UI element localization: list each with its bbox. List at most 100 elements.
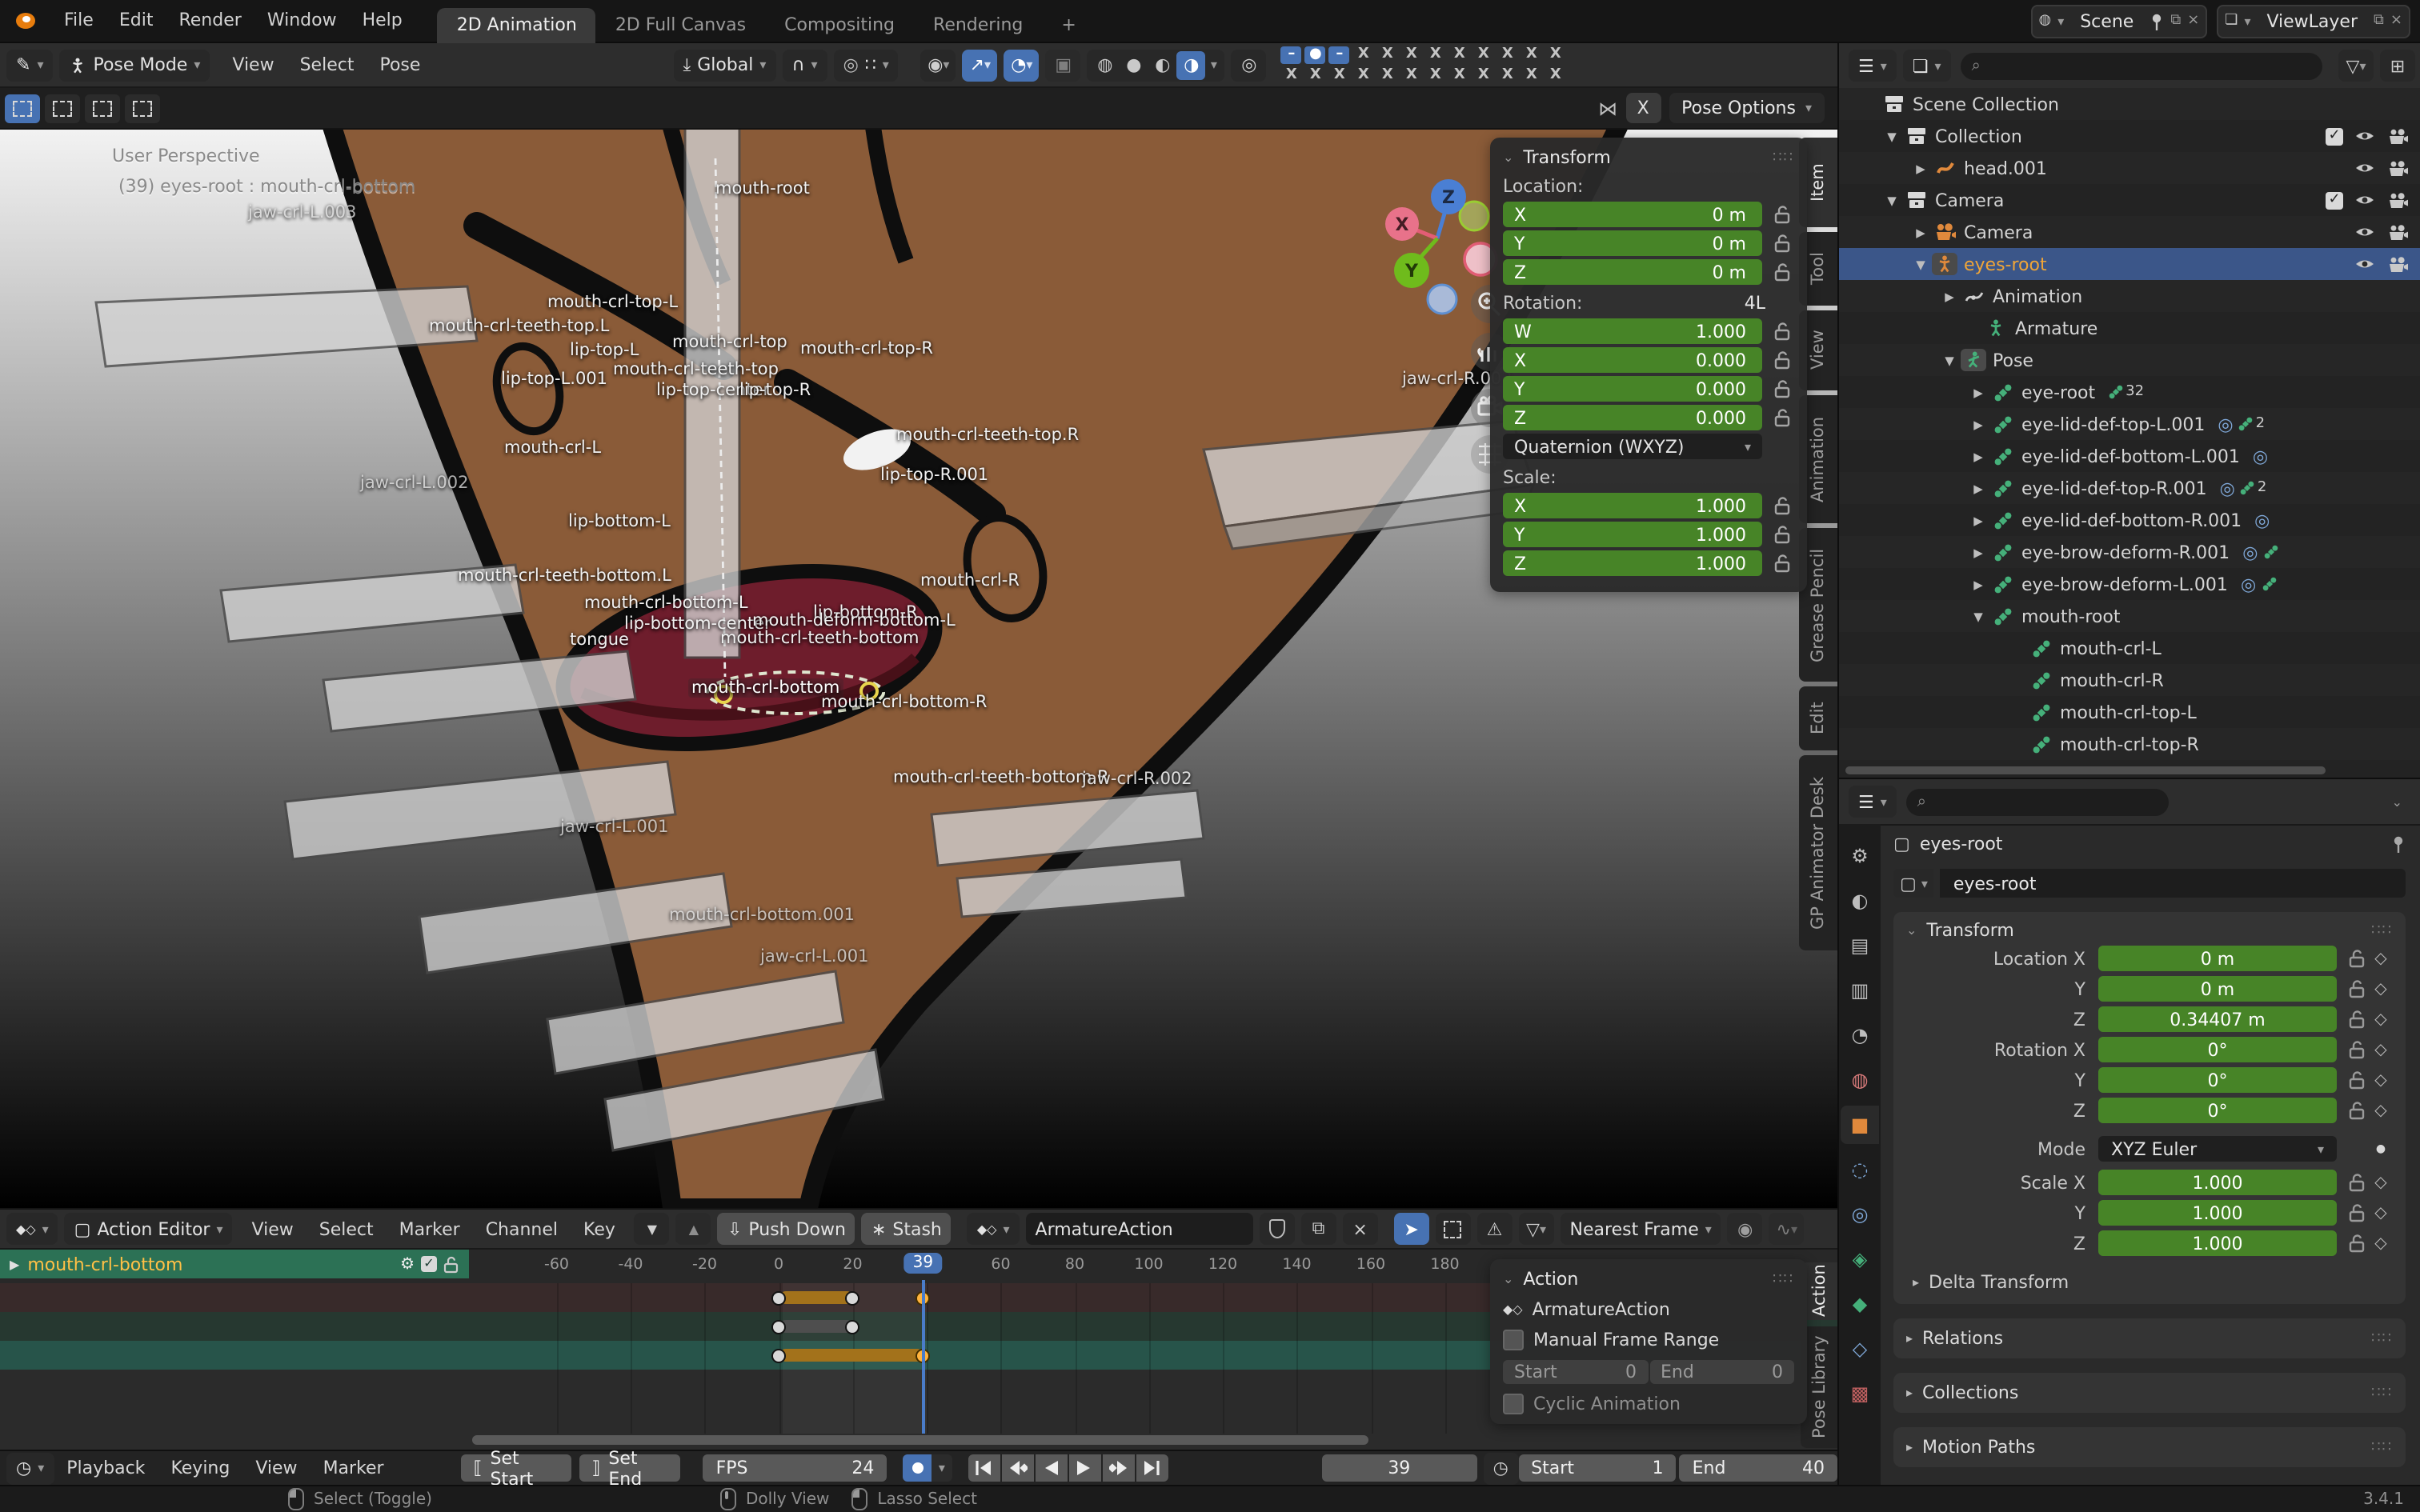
properties-tab[interactable]: ▥ — [1841, 971, 1879, 1010]
value-slider[interactable]: 0 m — [2098, 976, 2337, 1002]
value-slider[interactable]: 1.000 — [2098, 1200, 2337, 1226]
keyframe-bar[interactable] — [779, 1291, 853, 1304]
outliner-row[interactable]: mouth-crl-top-L ◎ ✓ — [1839, 696, 2420, 728]
proportional-edit-toggle[interactable]: ◉ — [1728, 1213, 1763, 1245]
properties-tab[interactable]: ⚙ — [1841, 837, 1879, 875]
proportional-editing-dropdown[interactable]: ◎∷▾ — [834, 49, 899, 81]
addon-layer-toggle[interactable]: – — [1281, 46, 1302, 63]
next-keyframe-button[interactable] — [1102, 1454, 1134, 1482]
value-slider[interactable]: 0 m — [2098, 946, 2337, 971]
outliner-filter-dropdown[interactable]: ▽▾ — [2338, 50, 2374, 82]
addon-layer-toggle[interactable]: – — [1329, 46, 1350, 63]
expand-arrow[interactable]: ▼ — [1938, 353, 1961, 367]
lock-icon[interactable] — [1769, 205, 1794, 224]
expand-arrow[interactable]: ▶ — [1909, 161, 1932, 175]
properties-tab[interactable]: ◌ — [1841, 1150, 1879, 1189]
dopesheet-menu-item[interactable]: View — [239, 1218, 307, 1239]
remove-viewlayer-icon[interactable]: × — [2390, 13, 2402, 29]
keyframe-diamond-icon[interactable]: ◇ — [2369, 1041, 2393, 1058]
value-slider[interactable]: X0 m — [1503, 202, 1762, 227]
lock-icon[interactable] — [2343, 1234, 2369, 1253]
expand-arrow[interactable]: ▶ — [1967, 385, 1989, 399]
timeline-menu-item[interactable]: Marker — [311, 1458, 397, 1478]
lock-icon[interactable] — [2343, 979, 2369, 998]
new-collection-button[interactable]: ⊞ — [2380, 50, 2415, 82]
addon-layer-toggle[interactable]: X — [1376, 44, 1400, 65]
frame-start-field[interactable]: Start1 — [1518, 1454, 1676, 1482]
only-selected-toggle[interactable]: ➤ — [1394, 1213, 1429, 1245]
addon-layer-toggle[interactable]: X — [1280, 65, 1304, 86]
addon-layer-toggle[interactable]: X — [1424, 44, 1448, 65]
action-id-icon-dropdown[interactable]: ◆◇▾ — [968, 1213, 1020, 1245]
dopesheet-menu-item[interactable]: Key — [571, 1218, 628, 1239]
viewlayer-selector[interactable]: ❏▾ ViewLayer ⧉ × — [2217, 4, 2410, 38]
lock-icon[interactable] — [1769, 554, 1794, 573]
dopesheet-menu-item[interactable]: Select — [307, 1218, 387, 1239]
addon-layer-toggle[interactable]: X — [1352, 44, 1376, 65]
addon-layer-toggle[interactable]: X — [1496, 44, 1520, 65]
properties-tab[interactable]: ◇ — [1841, 1330, 1879, 1368]
value-slider[interactable]: Z1.000 — [1503, 550, 1762, 576]
viewport-menu-item[interactable]: View — [219, 54, 286, 75]
keyframe-bar[interactable] — [779, 1320, 853, 1333]
action-start-field[interactable]: Start0 — [1503, 1360, 1648, 1384]
properties-tab[interactable]: ◍ — [1841, 1061, 1879, 1099]
shading-material-icon[interactable]: ◐ — [1148, 50, 1177, 79]
channel-lock-icon[interactable] — [443, 1255, 459, 1273]
properties-search-input[interactable]: ⌕ — [1906, 788, 2169, 815]
properties-editor-type-button[interactable]: ☰▾ — [1849, 786, 1897, 818]
keyframe-diamond-icon[interactable]: ◇ — [2369, 1102, 2393, 1119]
object-name-input[interactable]: eyes-root — [1941, 869, 2406, 898]
expand-arrow[interactable]: ▼ — [1881, 129, 1903, 143]
only-errors-toggle[interactable]: ⚠ — [1477, 1213, 1512, 1245]
cyclic-animation-checkbox[interactable] — [1503, 1394, 1524, 1414]
npanel-tab[interactable]: Edit — [1799, 686, 1837, 750]
pin-icon[interactable] — [2150, 12, 2164, 30]
expand-arrow[interactable]: ▶ — [1967, 513, 1989, 527]
disable-in-renders-icon[interactable] — [2386, 127, 2409, 145]
keyframe-diamond-icon[interactable]: ◇ — [2369, 1071, 2393, 1089]
shading-wireframe-icon[interactable]: ◍ — [1091, 50, 1120, 79]
addon-layer-toggle[interactable]: ● — [1305, 46, 1326, 63]
action-name-field[interactable]: ArmatureAction — [1026, 1213, 1253, 1245]
show-gizmo-button[interactable]: ↗▾ — [963, 49, 998, 81]
animate-dot-icon[interactable]: ● — [2369, 1142, 2393, 1155]
hide-in-viewport-icon[interactable] — [2354, 256, 2375, 272]
playhead[interactable] — [921, 1280, 924, 1434]
prev-keyframe-button[interactable] — [1001, 1454, 1033, 1482]
disable-in-renders-icon[interactable] — [2386, 159, 2409, 177]
addon-layer-toggle[interactable]: X — [1400, 44, 1424, 65]
value-slider[interactable]: W1.000 — [1503, 318, 1762, 344]
auto-keying-dropdown[interactable]: ▾ — [932, 1454, 952, 1482]
outliner-row[interactable]: Armature ◎ ✓ — [1839, 312, 2420, 344]
expand-arrow[interactable]: ▶ — [1938, 289, 1961, 303]
outliner-search-input[interactable]: ⌕ — [1961, 52, 2322, 79]
dopesheet-mode-dropdown[interactable]: ▢Action Editor▾ — [65, 1213, 233, 1245]
hide-in-viewport-icon[interactable] — [2354, 128, 2375, 144]
snap-mode-dropdown[interactable]: Nearest Frame▾ — [1561, 1213, 1721, 1245]
value-slider[interactable]: 0° — [2098, 1067, 2337, 1093]
outliner-row[interactable]: ▶ eye-lid-def-bottom-R.001 — [1839, 504, 2420, 536]
outliner-row[interactable]: ▶ eye-root — [1839, 376, 2420, 408]
value-slider[interactable]: Z0.000 — [1503, 405, 1762, 430]
addon-layer-toggle[interactable]: X — [1424, 65, 1448, 86]
overlay-extra-button[interactable]: ◎ — [1232, 49, 1267, 81]
outliner-row[interactable]: mouth-crl-R ◎ ✓ — [1839, 664, 2420, 696]
lock-icon[interactable] — [1769, 262, 1794, 282]
annotate-visibility-button[interactable]: ◉▾ — [921, 49, 956, 81]
outliner-row[interactable]: mouth-crl-L ◎ ✓ — [1839, 632, 2420, 664]
hide-hidden-toggle[interactable] — [1436, 1213, 1471, 1245]
outliner-row[interactable]: ▶ eye-lid-def-top-R.001 — [1839, 472, 2420, 504]
menu-item[interactable]: Help — [350, 0, 415, 42]
outliner-row[interactable]: ▼ Camera — [1839, 184, 2420, 216]
timeline-menu-item[interactable]: Playback — [54, 1458, 158, 1478]
editor-type-button[interactable]: ◆◇▾ — [6, 1213, 58, 1245]
keyframe-diamond-icon[interactable]: ◇ — [2369, 1174, 2393, 1191]
dopesheet-canvas[interactable]: -60-40-200206080100120140160180 39 ⌕ ↔ ▶… — [0, 1250, 1837, 1450]
addon-layer-toggle[interactable]: X — [1544, 65, 1568, 86]
value-slider[interactable]: Y1.000 — [1503, 522, 1762, 547]
dope-hscrollbar[interactable] — [472, 1435, 1368, 1445]
value-slider[interactable]: Y0 m — [1503, 230, 1762, 256]
value-slider[interactable]: 1.000 — [2098, 1170, 2337, 1195]
action-end-field[interactable]: End0 — [1649, 1360, 1794, 1384]
